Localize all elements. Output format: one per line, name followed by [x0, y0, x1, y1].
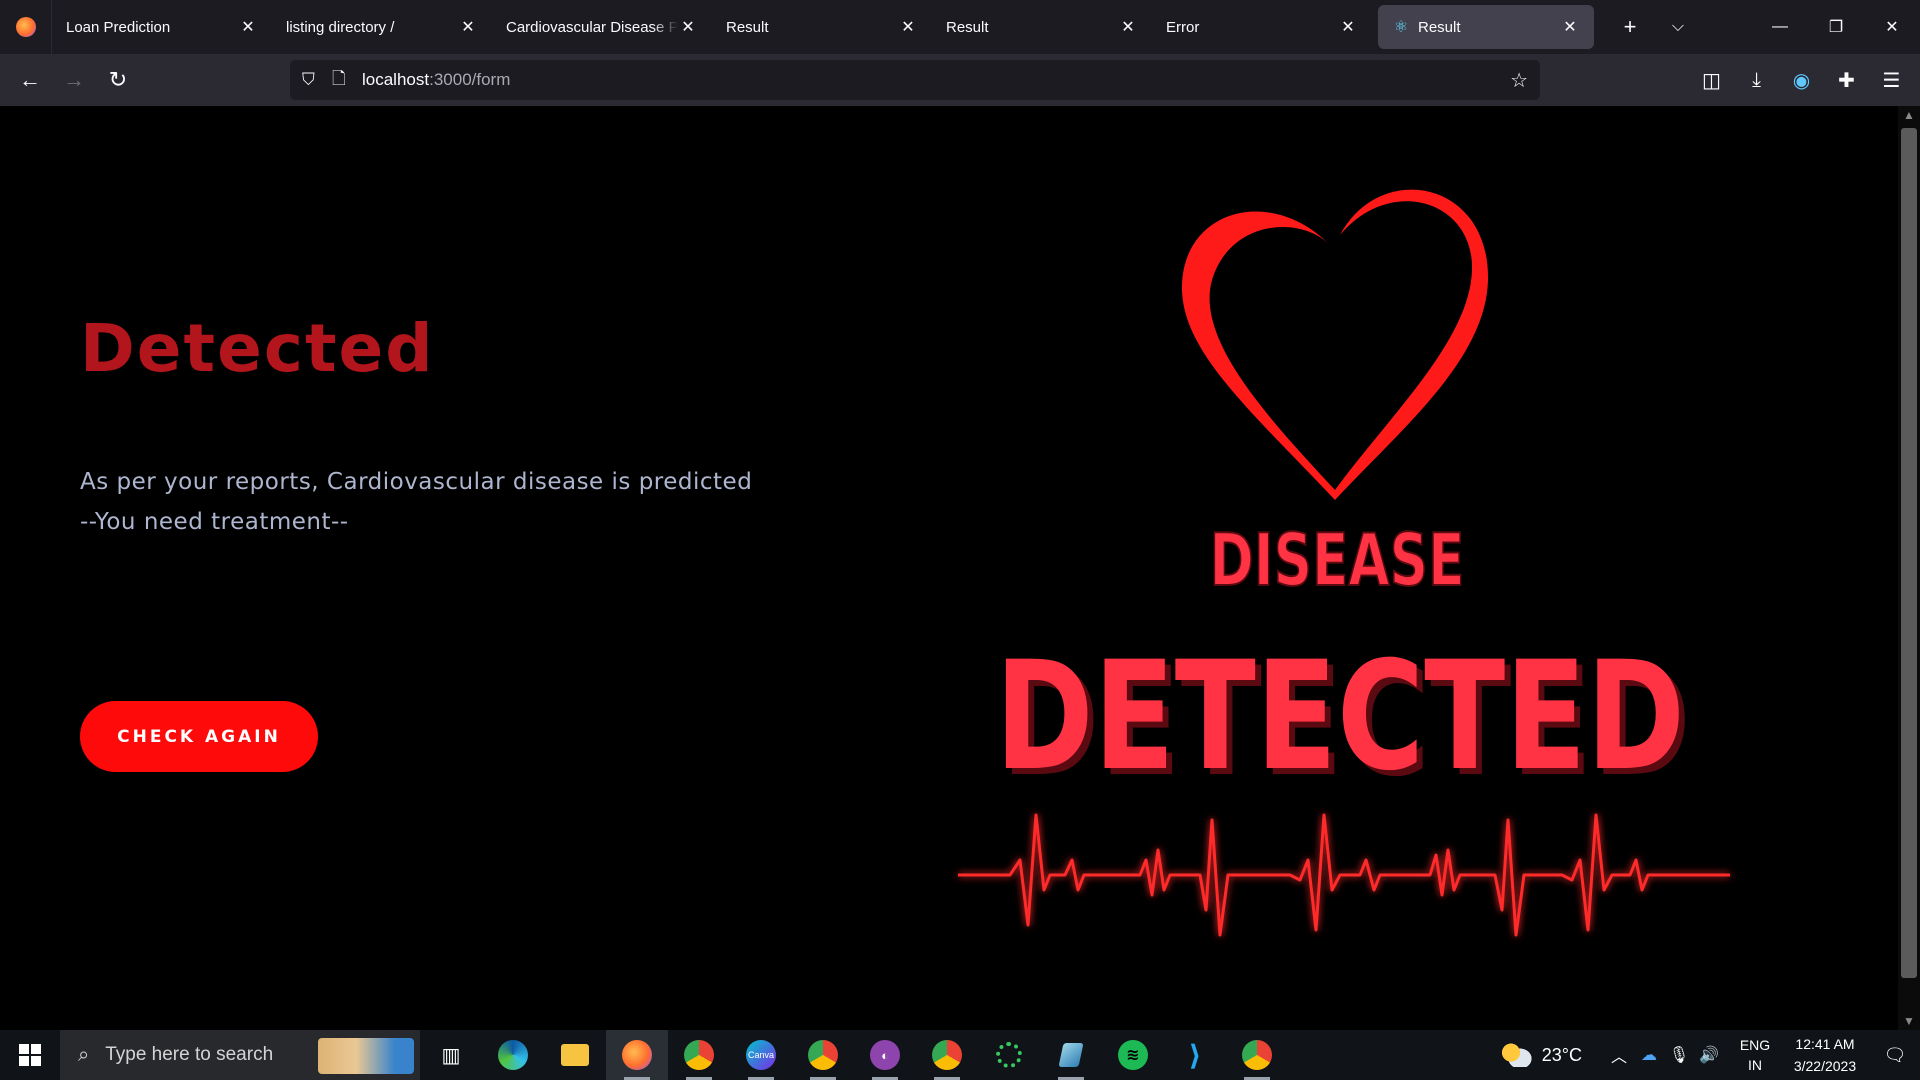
heart-icon — [1181, 189, 1489, 500]
tab-title: Loan Prediction — [66, 18, 171, 36]
task-view-icon[interactable]: ▥ — [420, 1030, 482, 1080]
spotify-icon[interactable]: ≋ — [1102, 1030, 1164, 1080]
microphone-icon[interactable]: 🎙 — [1664, 1045, 1694, 1065]
clock-time: 12:41 AM — [1795, 1036, 1855, 1052]
close-icon[interactable]: ✕ — [898, 17, 918, 37]
back-icon[interactable]: ← — [8, 60, 52, 100]
start-button[interactable] — [0, 1030, 60, 1080]
url-path: :3000/form — [429, 70, 511, 89]
chrome-icon[interactable] — [1226, 1030, 1288, 1080]
temperature: 23°C — [1541, 1044, 1582, 1065]
scroll-up-icon[interactable]: ▲ — [1898, 108, 1920, 122]
notes-app-icon[interactable] — [1040, 1030, 1102, 1080]
disease-detected-illustration: DISEASE DETECTED DETECTED — [950, 189, 1740, 960]
close-window-icon[interactable]: ✕ — [1864, 0, 1920, 54]
tab-title: Result — [1418, 18, 1461, 36]
edge-icon[interactable] — [482, 1030, 544, 1080]
tab-title: Result — [946, 18, 989, 36]
list-tabs-icon[interactable]: ⌵ — [1654, 18, 1702, 36]
message-line-2: --You need treatment-- — [80, 509, 349, 535]
canva-icon[interactable]: Canva — [730, 1030, 792, 1080]
github-desktop-icon[interactable]: ◐ — [854, 1030, 916, 1080]
tab-title: Error — [1166, 18, 1200, 36]
windows-icon — [19, 1044, 41, 1066]
tab-title: listing directory / — [286, 18, 395, 36]
search-highlight-image — [318, 1038, 414, 1074]
close-icon[interactable]: ✕ — [1560, 17, 1580, 37]
result-message: As per your reports, Cardiovascular dise… — [80, 462, 752, 542]
system-tray: 23°C ︿ ☁ 🎙 🔊 ENG IN 12:41 AM 3/22/2023 🗨 — [1501, 1030, 1920, 1080]
address-bar[interactable]: ⛉ 🗋 localhost:3000/form ☆ — [290, 60, 1540, 100]
close-icon[interactable]: ✕ — [678, 17, 698, 37]
close-icon[interactable]: ✕ — [1338, 17, 1358, 37]
reload-icon[interactable]: ↻ — [96, 60, 140, 100]
close-icon[interactable]: ✕ — [1118, 17, 1138, 37]
new-tab-icon[interactable]: + — [1606, 14, 1654, 40]
tab-cardiovascular[interactable]: Cardiovascular Disease Prediction ✕ — [492, 5, 712, 49]
firefox-icon — [15, 17, 36, 37]
tab-result-active[interactable]: ⚛ Result ✕ — [1378, 5, 1594, 49]
tab-result-2[interactable]: Result ✕ — [932, 5, 1152, 49]
vscode-icon[interactable]: ⟩ — [1164, 1030, 1226, 1080]
extensions-puzzle-icon[interactable]: ✚ — [1824, 68, 1869, 93]
lang-line-1: ENG — [1739, 1037, 1771, 1053]
scrollbar-thumb[interactable] — [1901, 128, 1917, 978]
tab-title: Cardiovascular Disease Prediction — [506, 18, 678, 36]
url-host: localhost — [362, 70, 430, 89]
result-headline: Detected — [80, 310, 435, 387]
scroll-down-icon[interactable]: ▼ — [1898, 1014, 1920, 1028]
clock-date: 3/22/2023 — [1793, 1058, 1857, 1074]
taskbar-search[interactable]: ⌕ Type here to search — [60, 1030, 420, 1080]
onedrive-icon[interactable]: ☁ — [1634, 1045, 1664, 1065]
language-indicator[interactable]: ENG IN — [1730, 1035, 1780, 1075]
firefox-view-button[interactable] — [0, 0, 52, 54]
navigation-toolbar: ← → ↻ ⛉ 🗋 localhost:3000/form ☆ ◫ ⤓ ◉ ✚ … — [0, 54, 1920, 106]
lang-line-2: IN — [1748, 1057, 1762, 1073]
download-icon[interactable]: ⤓ — [1734, 69, 1779, 92]
tab-title: Result — [726, 18, 769, 36]
file-explorer-icon[interactable] — [544, 1030, 606, 1080]
tab-loan-prediction[interactable]: Loan Prediction ✕ — [52, 5, 272, 49]
close-icon[interactable]: ✕ — [458, 17, 478, 37]
chrome-profile-i-icon[interactable] — [792, 1030, 854, 1080]
word-detected: DETECTED — [995, 630, 1685, 804]
forward-icon[interactable]: → — [52, 60, 96, 100]
loader-app-icon[interactable] — [978, 1030, 1040, 1080]
menu-icon[interactable]: ☰ — [1869, 68, 1914, 93]
close-icon[interactable]: ✕ — [238, 17, 258, 37]
tab-listing-directory[interactable]: listing directory / ✕ — [272, 5, 492, 49]
message-line-1: As per your reports, Cardiovascular dise… — [80, 469, 753, 495]
search-icon: ⌕ — [78, 1043, 90, 1066]
clock[interactable]: 12:41 AM 3/22/2023 — [1780, 1033, 1870, 1077]
search-placeholder: Type here to search — [105, 1044, 274, 1065]
bookmark-star-icon[interactable]: ☆ — [1510, 68, 1528, 93]
tab-result-1[interactable]: Result ✕ — [712, 5, 932, 49]
tab-strip: Loan Prediction ✕ listing directory / ✕ … — [0, 0, 1920, 54]
restore-icon[interactable]: ❐ — [1808, 0, 1864, 54]
pocket-icon[interactable]: ◫ — [1689, 68, 1734, 93]
tab-error[interactable]: Error ✕ — [1152, 5, 1372, 49]
minimize-icon[interactable]: — — [1752, 0, 1808, 54]
heartbeat-pulse-line — [958, 813, 1730, 937]
react-icon: ⚛ — [1393, 19, 1409, 36]
page-icon[interactable]: 🗋 — [332, 66, 362, 95]
page-scrollbar[interactable]: ▲ ▼ — [1898, 106, 1920, 1030]
weather-widget[interactable]: 23°C — [1501, 1043, 1582, 1067]
check-again-button[interactable]: CHECK AGAIN — [80, 701, 318, 772]
shield-icon[interactable]: ⛉ — [302, 70, 332, 90]
chrome-profile-a-icon[interactable] — [668, 1030, 730, 1080]
chevron-up-icon[interactable]: ︿ — [1604, 1043, 1634, 1067]
weather-icon — [1501, 1043, 1532, 1067]
notification-icon[interactable]: 🗨 — [1870, 1045, 1920, 1066]
windows-taskbar: ⌕ Type here to search ▥ Canva ◐ ≋ ⟩ 23°C… — [0, 1030, 1920, 1080]
firefox-taskbar-icon[interactable] — [606, 1030, 668, 1080]
volume-icon[interactable]: 🔊 — [1694, 1045, 1724, 1065]
extension-icon[interactable]: ◉ — [1779, 68, 1824, 93]
chrome-profile-s-icon[interactable] — [916, 1030, 978, 1080]
word-disease: DISEASE — [1210, 518, 1465, 602]
illustration-svg: DISEASE DETECTED DETECTED — [958, 189, 1730, 937]
